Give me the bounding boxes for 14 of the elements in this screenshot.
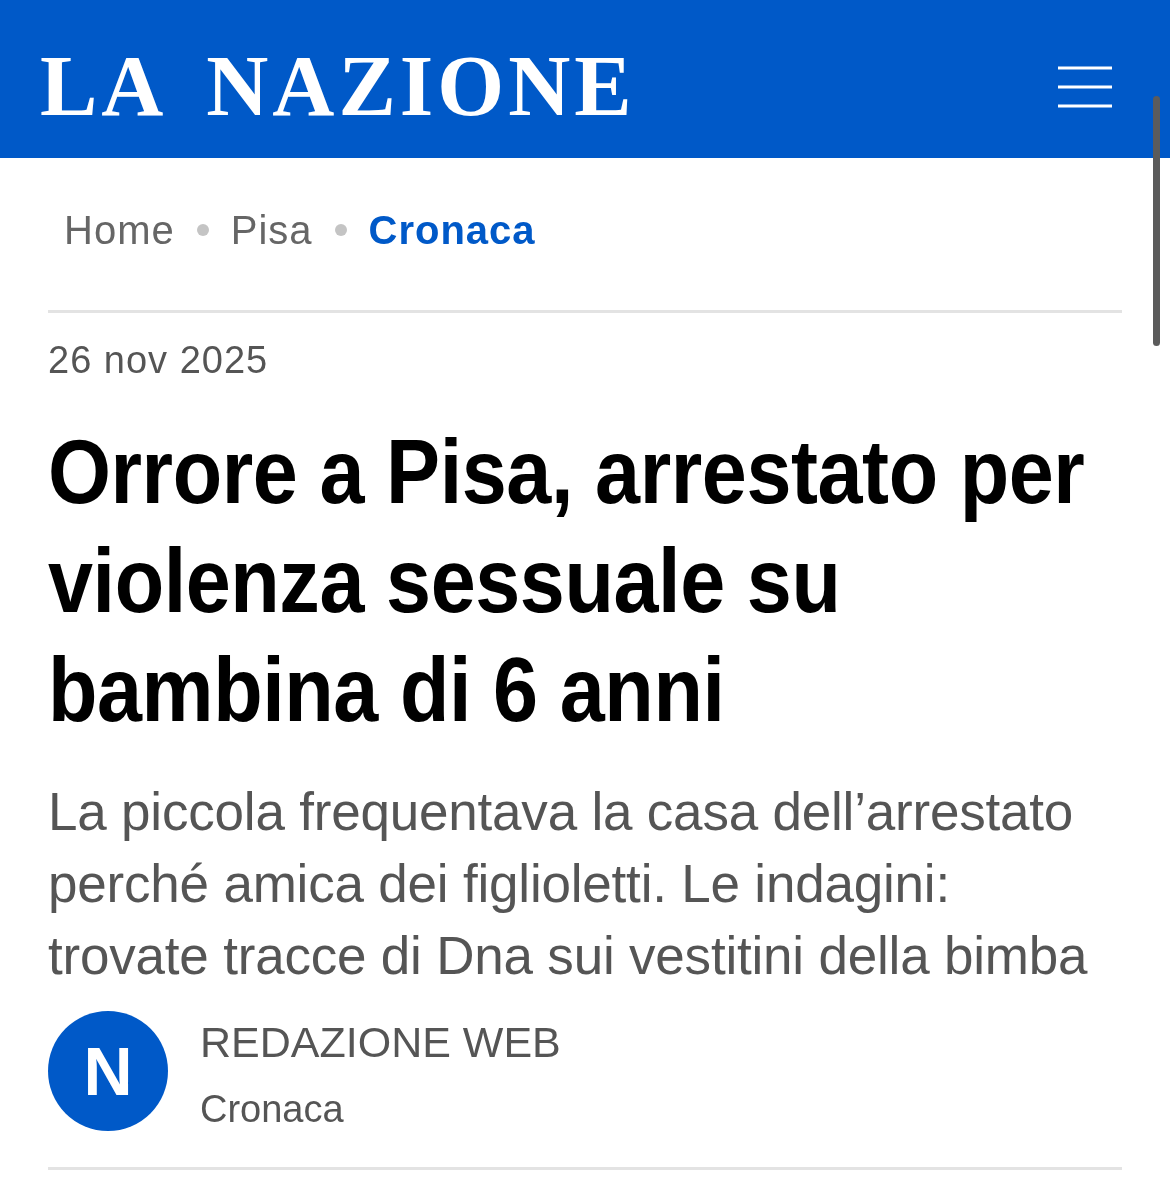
site-logo[interactable]: LA NAZIONE (40, 43, 636, 129)
author-avatar: N (48, 1011, 168, 1131)
article-subtitle: La piccola frequentava la casa dell’arrestato perché amica dei figlioletti. Le indagini: trovate tracce di Dna sui vestitini della bimba (48, 781, 1089, 987)
breadcrumb-link[interactable]: Pisa (230, 210, 313, 250)
separator-dot-icon (334, 224, 347, 236)
breadcrumb-link[interactable]: Home (64, 210, 175, 250)
separator-dot-icon (196, 224, 209, 236)
author-section: Cronaca (200, 1089, 561, 1128)
article-title: Orrore a Pisa, arrestato per violenza sessuale su bambina di 6 anni (48, 420, 1086, 742)
article-date: 26 nov 2025 (48, 341, 270, 379)
menu-icon (1058, 66, 1112, 108)
menu-button[interactable] (1058, 66, 1112, 108)
author-name[interactable]: REDAZIONE WEB (200, 1020, 561, 1064)
breadcrumb-link[interactable]: Cronaca (368, 210, 536, 250)
